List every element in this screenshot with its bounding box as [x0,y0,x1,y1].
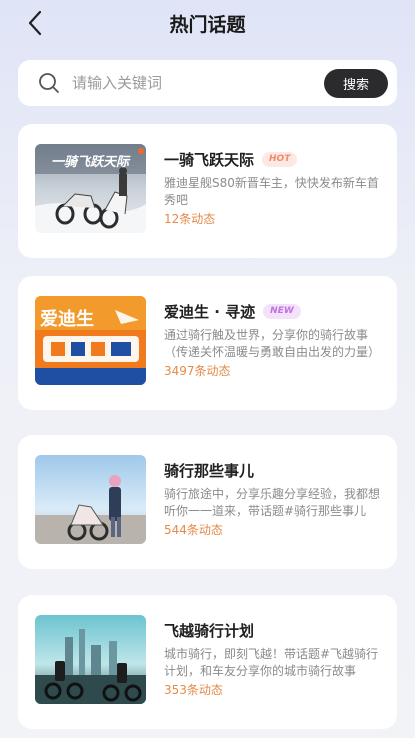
topic-description: 雅迪星舰S80新晋车主，快快发布新车首秀吧 [164,176,379,207]
search-bar: 搜索 [18,60,397,106]
topic-thumbnail [35,455,146,544]
page-title: 热门话题 [169,14,246,36]
topic-card[interactable]: 骑行那些事儿 骑行旅途中，分享乐趣分享经验，我都想听你一一道来，带话题#骑行那些… [18,435,397,569]
hot-badge: HOT [262,152,298,167]
topic-description: 骑行旅途中，分享乐趣分享经验，我都想听你一一道来，带话题#骑行那些事儿 [164,487,380,518]
search-input[interactable] [72,70,322,96]
search-button[interactable]: 搜索 [324,69,388,98]
topic-thumbnail: 爱迪生 [35,296,146,385]
thumbnail-caption: 一骑飞跃天际 [51,154,131,170]
search-icon [39,73,59,93]
topic-post-count: 3497条动态 [164,364,231,378]
topic-post-count: 544条动态 [164,523,223,537]
thumbnail-caption: 爱迪生 [40,308,94,330]
topic-post-count: 353条动态 [164,683,223,697]
new-badge: NEW [263,304,301,319]
topic-card[interactable]: 飞越骑行计划 城市骑行，即刻飞越！带话题#飞越骑行计划，和车友分享你的城市骑行故… [18,595,397,729]
header: 热门话题 [0,0,415,46]
topic-description: 城市骑行，即刻飞越！带话题#飞越骑行计划，和车友分享你的城市骑行故事 [164,647,379,678]
topic-description: 通过骑行触及世界，分享你的骑行故事（传递关怀温暖与勇敢自由出发的力量） [164,328,380,359]
topic-title: 骑行那些事儿 [164,462,255,480]
topic-thumbnail [35,615,146,704]
topic-post-count: 12条动态 [164,212,216,226]
topic-card[interactable]: 一骑飞跃天际 一骑飞跃天际 HOT 雅迪星舰S80新晋车主，快快发布新车首秀吧 … [18,124,397,258]
topic-title: 飞越骑行计划 [164,622,255,640]
topic-title: 一骑飞跃天际 [164,151,255,169]
topic-thumbnail: 一骑飞跃天际 [35,144,146,233]
topic-title: 爱迪生 · 寻迹 [164,303,256,321]
topic-card[interactable]: 爱迪生 爱迪生 · 寻迹 NEW 通过骑行触及世界，分享你的骑行故事（传递关怀温… [18,276,397,410]
